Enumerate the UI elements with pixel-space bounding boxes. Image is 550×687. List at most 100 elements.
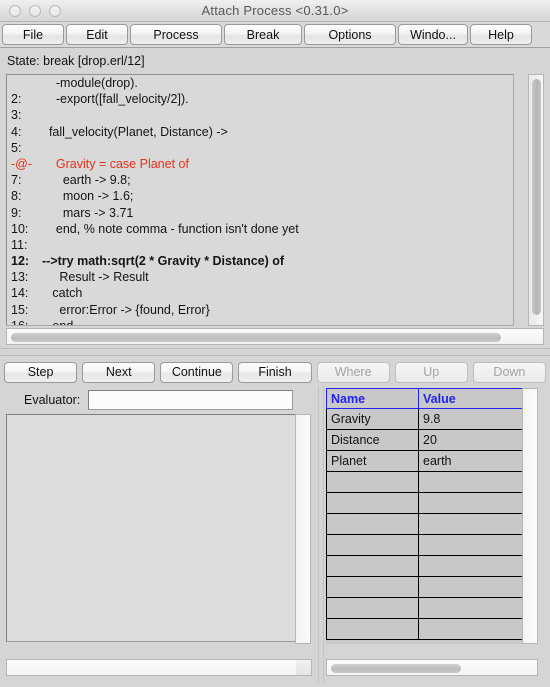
bindings-cell-name bbox=[326, 492, 419, 514]
code-line-number: 14: bbox=[11, 286, 29, 301]
menu-file[interactable]: File bbox=[2, 24, 64, 45]
bindings-cell-value bbox=[418, 576, 522, 598]
code-line[interactable]: 8: moon -> 1.6; bbox=[8, 188, 513, 204]
step-button[interactable]: Step bbox=[4, 361, 78, 383]
bindings-cell-name: Planet bbox=[326, 450, 419, 472]
bindings-header-row: Name Value bbox=[326, 388, 522, 409]
code-horizontal-scrollbar[interactable] bbox=[6, 328, 544, 345]
bindings-cell-value: 20 bbox=[418, 429, 522, 451]
bindings-header-value[interactable]: Value bbox=[418, 388, 522, 409]
code-line-number: 4: bbox=[11, 124, 22, 139]
evaluator-horizontal-scrollbar[interactable] bbox=[6, 659, 312, 676]
bindings-row[interactable] bbox=[326, 534, 522, 556]
code-line[interactable]: 11: bbox=[8, 237, 513, 253]
bindings-row[interactable]: Planet earth bbox=[326, 450, 522, 472]
code-line[interactable]: 16: end. bbox=[8, 318, 513, 326]
continue-button[interactable]: Continue bbox=[160, 361, 234, 383]
evaluator-vertical-scrollbar[interactable] bbox=[295, 414, 311, 644]
menu-process[interactable]: Process bbox=[130, 24, 222, 45]
code-line-text: -export([fall_velocity/2]). bbox=[42, 92, 189, 107]
evaluator-label: Evaluator: bbox=[24, 393, 81, 407]
evaluator-input[interactable] bbox=[88, 390, 294, 410]
bindings-table-wrap[interactable]: Name Value Gravity 9.8 Distance 20 Planet ear… bbox=[326, 388, 522, 644]
finish-button[interactable]: Finish bbox=[238, 361, 312, 383]
bindings-cell-value: 9.8 bbox=[418, 408, 522, 430]
code-line[interactable]: 2: -export([fall_velocity/2]). bbox=[8, 91, 513, 107]
bindings-cell-name: Distance bbox=[326, 429, 419, 451]
evaluator-scroll-corner bbox=[296, 660, 311, 675]
evaluator-output[interactable] bbox=[6, 414, 311, 644]
code-line-number: 5: bbox=[11, 140, 22, 155]
code-line-number: 10: bbox=[11, 221, 29, 236]
bindings-cell-name bbox=[326, 513, 419, 535]
bindings-row[interactable] bbox=[326, 576, 522, 598]
bindings-vertical-scrollbar[interactable] bbox=[522, 388, 538, 644]
debugger-control-bar: Step Next Continue Finish Where Up Down bbox=[0, 358, 550, 386]
bindings-pane: Name Value Gravity 9.8 Distance 20 Planet ear… bbox=[324, 386, 546, 682]
code-line-number: 11: bbox=[11, 237, 28, 252]
code-line[interactable]: 9: mars -> 3.71 bbox=[8, 205, 513, 221]
bindings-cell-name bbox=[326, 618, 419, 640]
code-line[interactable]: 10: end, % note comma - function isn't d… bbox=[8, 221, 513, 237]
bindings-row[interactable] bbox=[326, 513, 522, 535]
menu-break[interactable]: Break bbox=[224, 24, 302, 45]
code-line-number: 13: bbox=[11, 270, 29, 285]
code-line[interactable]: -@- Gravity = case Planet of bbox=[8, 156, 513, 172]
up-button: Up bbox=[394, 361, 468, 383]
bindings-cell-value bbox=[418, 534, 522, 556]
bindings-row[interactable] bbox=[326, 597, 522, 619]
code-line[interactable]: 3: bbox=[8, 107, 513, 123]
bindings-cell-value bbox=[418, 555, 522, 577]
code-line[interactable]: -module(drop). bbox=[8, 75, 513, 91]
code-vertical-scrollbar[interactable] bbox=[528, 74, 544, 326]
code-line[interactable]: 5: bbox=[8, 140, 513, 156]
bindings-cell-value bbox=[418, 618, 522, 640]
menu-edit[interactable]: Edit bbox=[66, 24, 128, 45]
code-line[interactable]: 15: error:Error -> {found, Error} bbox=[8, 302, 513, 318]
bindings-row[interactable] bbox=[326, 471, 522, 493]
code-line-number: 2: bbox=[11, 92, 22, 107]
code-line-number: 12: bbox=[11, 254, 30, 269]
code-line-text: end. bbox=[42, 318, 77, 326]
code-line-text: Result -> Result bbox=[42, 270, 149, 285]
evaluator-pane: Evaluator: bbox=[0, 386, 318, 682]
bindings-cell-name bbox=[326, 471, 419, 493]
menu-window[interactable]: Windo... bbox=[398, 24, 468, 45]
code-line[interactable]: 12: -->try math:sqrt(2 * Gravity * Distan… bbox=[8, 253, 513, 269]
evaluator-row: Evaluator: bbox=[6, 386, 314, 414]
bindings-row[interactable]: Gravity 9.8 bbox=[326, 408, 522, 430]
bindings-cell-name: Gravity bbox=[326, 408, 419, 430]
state-text: State: break [drop.erl/12] bbox=[7, 54, 145, 68]
code-line-number: -@- bbox=[11, 156, 33, 171]
bindings-row[interactable] bbox=[326, 555, 522, 577]
code-line-number bbox=[8, 75, 42, 91]
next-button[interactable]: Next bbox=[82, 361, 156, 383]
code-line-number: 16: bbox=[11, 318, 29, 326]
source-code-pane[interactable]: -module(drop). 2: -export([fall_velocity/… bbox=[6, 74, 514, 326]
bindings-cell-value bbox=[418, 597, 522, 619]
code-line-number: 15: bbox=[11, 302, 29, 317]
bindings-row[interactable] bbox=[326, 618, 522, 640]
pane-splitter[interactable] bbox=[0, 348, 550, 356]
bindings-row[interactable]: Distance 20 bbox=[326, 429, 522, 451]
menu-help[interactable]: Help bbox=[470, 24, 532, 45]
code-line-text: error:Error -> {found, Error} bbox=[42, 302, 210, 317]
code-line[interactable]: 7: earth -> 9.8; bbox=[8, 172, 513, 188]
code-line[interactable]: 13: Result -> Result bbox=[8, 269, 513, 285]
bindings-horizontal-scrollbar[interactable] bbox=[326, 659, 538, 676]
bindings-cell-name bbox=[326, 576, 419, 598]
code-vscroll-thumb[interactable] bbox=[532, 79, 541, 315]
bindings-table: Name Value Gravity 9.8 Distance 20 Planet ear… bbox=[326, 388, 522, 640]
lower-section: Evaluator: Name Value Gravity 9.8 Distan… bbox=[0, 386, 550, 682]
bindings-row[interactable] bbox=[326, 492, 522, 514]
bindings-cell-name bbox=[326, 534, 419, 556]
code-line[interactable]: 14: catch bbox=[8, 285, 513, 301]
code-line[interactable]: 4: fall_velocity(Planet, Distance) -> bbox=[8, 124, 513, 140]
bindings-hscroll-thumb[interactable] bbox=[331, 664, 461, 673]
code-pane-container: -module(drop). 2: -export([fall_velocity/… bbox=[6, 74, 544, 326]
bindings-header-name[interactable]: Name bbox=[326, 388, 419, 409]
code-hscroll-thumb[interactable] bbox=[11, 333, 501, 342]
bindings-cell-value: earth bbox=[418, 450, 522, 472]
menu-options[interactable]: Options bbox=[304, 24, 396, 45]
